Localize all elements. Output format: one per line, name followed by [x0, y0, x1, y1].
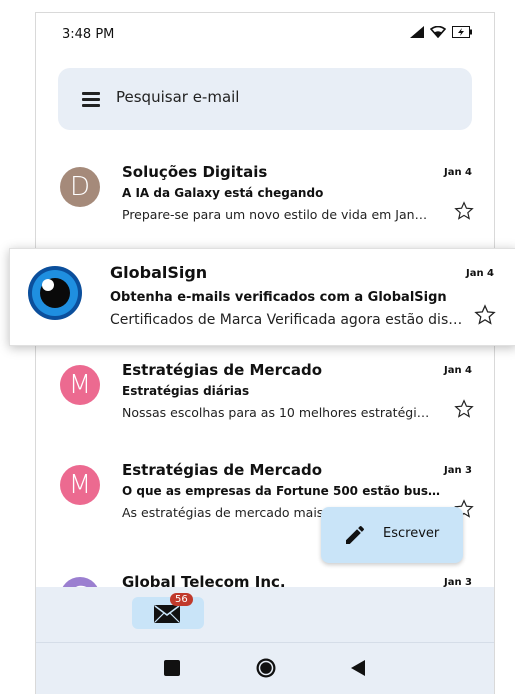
battery-icon — [452, 26, 472, 38]
email-preview: Prepare-se para um novo estilo de vida e… — [122, 207, 434, 222]
email-sender: Estratégias de Mercado — [122, 461, 323, 479]
wifi-icon — [430, 26, 446, 38]
compose-label: Escrever — [383, 526, 440, 541]
back-icon[interactable] — [351, 660, 365, 676]
email-date: Jan 3 — [443, 465, 472, 476]
email-sender: Soluções Digitais — [122, 163, 268, 181]
globalsign-logo-icon — [28, 266, 82, 320]
star-icon[interactable] — [454, 201, 474, 221]
email-date: Jan 4 — [443, 167, 472, 178]
email-preview: Nossas escolhas para as 10 melhores estr… — [122, 405, 434, 420]
bottom-navigation: 56 — [36, 587, 494, 642]
status-icons — [410, 26, 472, 38]
avatar: M — [60, 465, 100, 505]
email-sender: GlobalSign — [110, 263, 208, 282]
email-preview: Certificados de Marca Verificada agora e… — [110, 312, 466, 328]
email-date: Jan 4 — [443, 365, 472, 376]
avatar: D — [60, 167, 100, 207]
system-navigation-bar — [36, 642, 494, 694]
email-row-expanded[interactable]: GlobalSign Obtenha e-mails verificados c… — [9, 248, 515, 346]
star-icon[interactable] — [454, 399, 474, 419]
email-row[interactable]: M Estratégias de Mercado Estratégias diá… — [36, 351, 494, 451]
compose-button[interactable]: Escrever — [321, 507, 463, 563]
search-input[interactable]: Pesquisar e-mail — [116, 88, 239, 106]
menu-icon[interactable] — [82, 92, 100, 107]
email-row[interactable]: D Soluções Digitais A IA da Galaxy está … — [36, 153, 494, 253]
home-icon[interactable] — [255, 657, 277, 679]
star-icon[interactable] — [474, 304, 496, 326]
status-bar: 3:48 PM — [36, 13, 494, 57]
status-time: 3:48 PM — [62, 27, 115, 42]
avatar: M — [60, 365, 100, 405]
email-date: Jan 4 — [465, 268, 494, 279]
unread-count-badge: 56 — [170, 593, 193, 606]
email-sender: Estratégias de Mercado — [122, 361, 323, 379]
phone-screen: 3:48 PM Pesquisar e-mail D Soluções Digi… — [35, 12, 495, 694]
email-subject: Estratégias diárias — [122, 384, 250, 398]
email-subject: O que as empresas da Fortune 500 estão b… — [122, 484, 442, 498]
search-bar[interactable]: Pesquisar e-mail — [58, 68, 472, 130]
recents-icon[interactable] — [164, 660, 180, 676]
mail-icon — [154, 605, 180, 623]
pencil-icon — [346, 525, 365, 544]
email-subject: A IA da Galaxy está chegando — [122, 186, 324, 200]
email-subject: Obtenha e-mails verificados com a Global… — [110, 290, 447, 305]
signal-icon — [410, 26, 424, 38]
mail-tab[interactable] — [132, 597, 204, 629]
